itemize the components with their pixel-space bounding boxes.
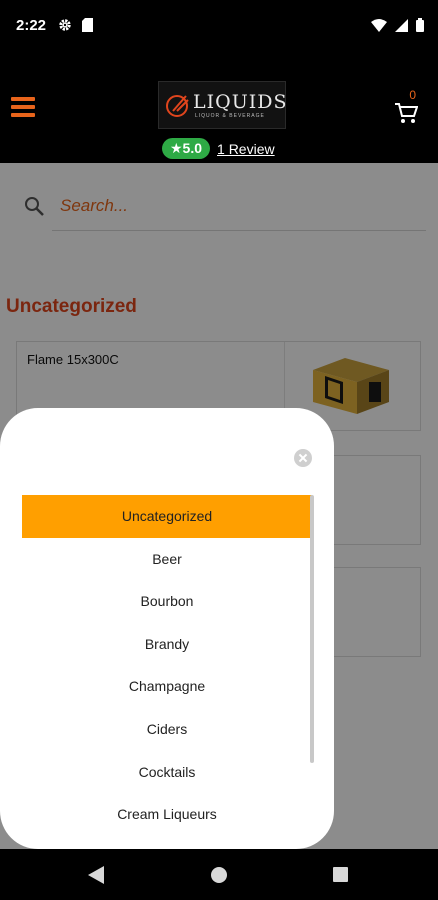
system-nav-bar <box>0 849 438 900</box>
battery-icon <box>416 18 424 37</box>
settings-icon <box>58 18 72 37</box>
status-left-icons <box>58 18 93 37</box>
category-item-cream-liqueurs[interactable]: Cream Liqueurs <box>22 793 312 836</box>
sim-card-icon <box>82 18 93 37</box>
logo-subtext: LIQUOR & BEVERAGE <box>195 113 265 119</box>
cart-button[interactable]: 0 <box>394 88 420 124</box>
logo-text: LIQUIDS <box>193 91 288 113</box>
status-bar: 2:22 <box>0 0 438 52</box>
logo-mark-icon <box>166 95 189 117</box>
home-icon[interactable] <box>210 866 228 884</box>
signal-icon <box>395 18 408 37</box>
rating-badge: ★5.0 <box>162 138 211 159</box>
status-right-icons <box>371 18 424 37</box>
reviews-link[interactable]: 1 Review <box>217 141 275 157</box>
category-item-cocktails[interactable]: Cocktails <box>22 751 312 794</box>
category-item-uncategorized[interactable]: Uncategorized <box>22 495 312 538</box>
cart-count: 0 <box>409 88 416 102</box>
recents-icon[interactable] <box>333 867 348 882</box>
category-item-beer[interactable]: Beer <box>22 538 312 581</box>
back-icon[interactable] <box>88 866 104 884</box>
category-item-champagne[interactable]: Champagne <box>22 665 312 708</box>
category-list: Uncategorized Beer Bourbon Brandy Champa… <box>22 495 312 836</box>
cart-icon <box>395 103 418 123</box>
category-list-scrollbar[interactable] <box>310 495 314 763</box>
hamburger-menu-icon[interactable] <box>11 97 35 117</box>
category-item-ciders[interactable]: Ciders <box>22 708 312 751</box>
status-time: 2:22 <box>16 17 47 34</box>
category-item-bourbon[interactable]: Bourbon <box>22 580 312 623</box>
rating-row: ★5.0 1 Review <box>162 138 275 159</box>
store-logo[interactable]: LIQUIDS LIQUOR & BEVERAGE <box>158 81 286 129</box>
close-icon[interactable] <box>294 449 312 467</box>
category-item-brandy[interactable]: Brandy <box>22 623 312 666</box>
wifi-icon <box>371 18 387 37</box>
